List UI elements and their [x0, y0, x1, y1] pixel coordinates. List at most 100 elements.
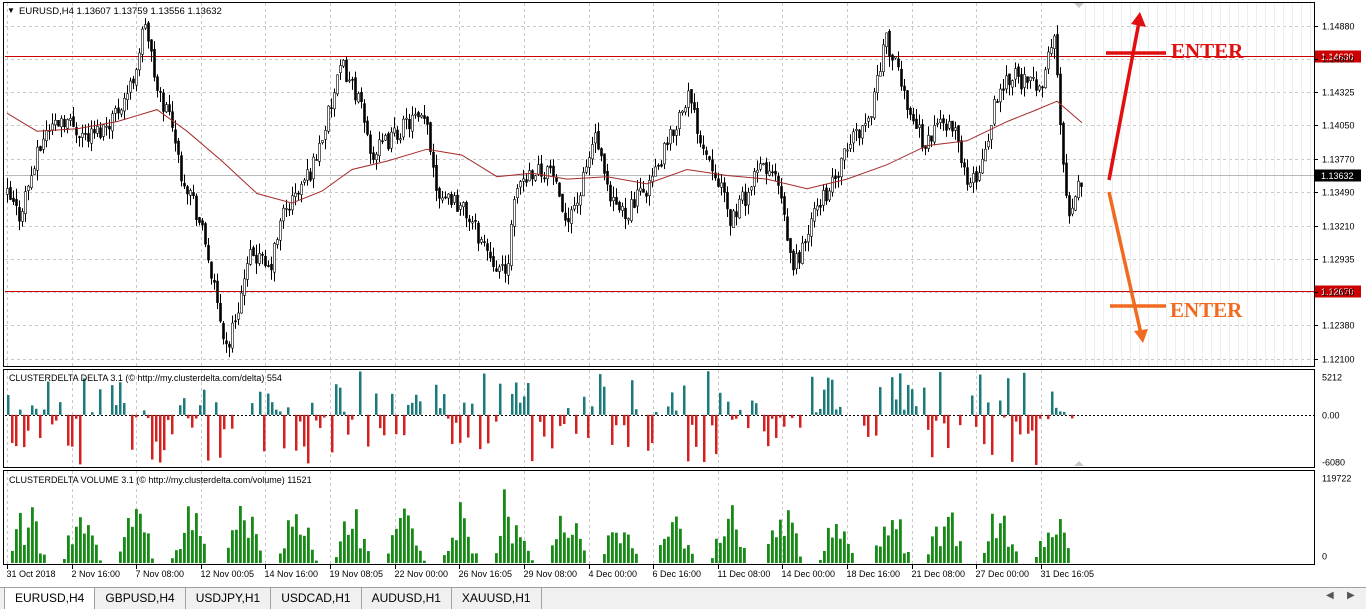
delta-bar — [1015, 414, 1018, 422]
tab-usdcad-h1[interactable]: USDCAD,H1 — [271, 588, 362, 609]
x-tick-label: 29 Nov 08:00 — [524, 569, 578, 579]
x-tick-label: 22 Nov 00:00 — [395, 569, 449, 579]
y-tick-label: 1.12655 — [1322, 288, 1355, 298]
delta-bar — [727, 401, 730, 415]
delta-bar — [395, 414, 398, 435]
volume-bar — [511, 543, 514, 563]
tab-eurusd-h4[interactable]: EURUSD,H4 — [4, 588, 96, 609]
delta-bar — [695, 414, 698, 447]
delta-bar — [479, 414, 482, 450]
candle — [882, 38, 885, 77]
x-tick-label: 14 Nov 16:00 — [265, 569, 319, 579]
volume-bar — [947, 516, 950, 563]
volume-bar — [879, 546, 882, 563]
delta-bar — [931, 414, 934, 458]
delta-bar — [903, 409, 906, 415]
volume-bar — [1059, 519, 1062, 563]
delta-bar — [655, 411, 658, 415]
delta-bar — [135, 414, 138, 418]
volume-bar — [603, 554, 606, 563]
delta-title: CLUSTERDELTA DELTA 3.1 (© http://my.clus… — [9, 373, 282, 383]
tab-usdjpy-h1[interactable]: USDJPY,H1 — [186, 588, 272, 609]
delta-bar — [835, 409, 838, 415]
x-tick-label: 7 Nov 08:00 — [136, 569, 185, 579]
delta-bar — [467, 414, 470, 438]
x-tick-label: 4 Dec 00:00 — [589, 569, 638, 579]
tab-xauusd-h1[interactable]: XAUUSD,H1 — [452, 588, 542, 609]
volume-bar — [927, 554, 930, 563]
delta-bar — [111, 385, 114, 415]
volume-bar — [183, 532, 186, 563]
volume-bar — [295, 514, 298, 563]
x-tick-label: 31 Oct 2018 — [7, 569, 56, 579]
candle — [510, 220, 513, 271]
delta-bar — [147, 414, 150, 419]
delta-bar — [623, 414, 626, 426]
x-tick-label: 19 Nov 08:05 — [330, 569, 384, 579]
volume-bar — [307, 527, 310, 563]
volume-bar — [67, 535, 70, 563]
volume-bar — [931, 536, 934, 563]
delta-bar — [771, 414, 774, 419]
tabs-scroll-left-icon[interactable]: ◀ — [1326, 590, 1334, 601]
trading-chart[interactable]: 1.146301.126701.13632 1.148801.146001.14… — [0, 0, 1366, 587]
volume-bar — [255, 534, 258, 563]
volume-bar — [75, 526, 78, 563]
x-tick-label: 21 Dec 08:00 — [912, 569, 966, 579]
delta-bar — [171, 414, 174, 435]
delta-bar — [647, 414, 650, 451]
volume-bar — [583, 550, 586, 563]
volume-bar — [835, 524, 838, 563]
delta-bar — [19, 409, 22, 415]
candle — [1074, 195, 1077, 212]
delta-bar — [47, 381, 50, 415]
delta-bar — [91, 412, 94, 415]
volume-bar — [239, 506, 242, 563]
volume-bar — [847, 543, 850, 563]
delta-bar — [559, 414, 562, 426]
delta-bar — [591, 406, 594, 415]
delta-bar — [359, 371, 362, 415]
volume-bar — [715, 538, 718, 563]
delta-bar — [287, 407, 290, 415]
volume-bar — [959, 541, 962, 563]
delta-bar — [251, 403, 254, 415]
volume-bar — [907, 552, 910, 563]
delta-bar — [455, 414, 458, 423]
delta-bar — [907, 384, 910, 415]
volume-bar — [419, 550, 422, 563]
delta-bar — [191, 414, 194, 428]
volume-bar — [523, 540, 526, 563]
volume-bar — [87, 525, 90, 563]
delta-bar — [987, 402, 990, 415]
delta-bar — [299, 414, 302, 422]
x-tick-label: 31 Dec 16:05 — [1041, 569, 1095, 579]
delta-bar — [739, 409, 742, 415]
volume-bar — [463, 518, 466, 563]
volume-bar — [891, 520, 894, 563]
delta-bar — [415, 394, 418, 415]
chart-title: EURUSD,H4 1.13607 1.13759 1.13556 1.1363… — [19, 6, 222, 17]
y-tick-label: 1.12380 — [1322, 321, 1355, 331]
candle — [327, 105, 330, 134]
delta-bar — [483, 373, 486, 415]
tabs-scroll-right-icon[interactable]: ▶ — [1347, 590, 1355, 601]
volume-bar — [363, 538, 366, 563]
tab-audusd-h1[interactable]: AUDUSD,H1 — [362, 588, 452, 609]
volume-bar — [983, 552, 986, 563]
candle — [993, 95, 996, 127]
volume-bar — [1015, 551, 1018, 563]
delta-bar — [11, 414, 14, 443]
delta-bar — [527, 382, 530, 415]
delta-bar — [675, 410, 678, 415]
volume-bar — [395, 528, 398, 563]
delta-bar — [31, 405, 34, 415]
delta-bar — [391, 393, 394, 415]
delta-bar — [27, 414, 30, 431]
x-tick-label: 11 Dec 08:00 — [718, 569, 771, 579]
volume-bar — [135, 509, 138, 563]
tab-gbpusd-h4[interactable]: GBPUSD,H4 — [95, 588, 186, 609]
delta-bar — [223, 414, 226, 430]
delta-bar — [1019, 414, 1022, 435]
volume-bar — [895, 529, 898, 563]
